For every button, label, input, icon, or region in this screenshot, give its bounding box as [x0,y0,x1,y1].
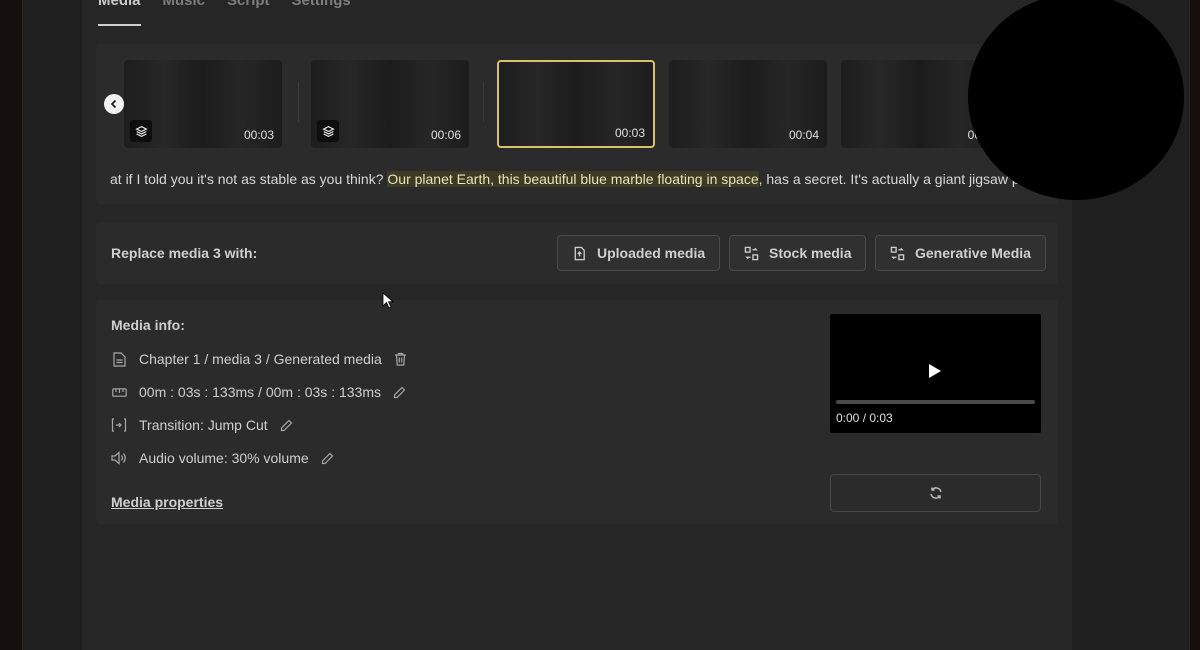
play-button[interactable] [928,363,942,384]
tab-settings[interactable]: Settings [292,0,351,26]
replace-media-section: Replace media 3 with: Uploaded media Sto… [96,222,1058,284]
audio-volume-row: Audio volume: 30% volume [111,450,334,466]
play-icon [929,364,941,378]
chevron-left-icon [110,99,117,109]
media-thumbnail-3[interactable]: 00:03 [497,60,655,148]
script-text-before: at if I told you it's not as stable as y… [110,171,388,187]
swap-media-icon [890,246,905,260]
tab-bar: Media Music Script Settings [98,0,351,26]
uploaded-media-button[interactable]: Uploaded media [557,235,721,271]
media-properties-link[interactable]: Media properties [111,494,223,510]
video-time: 0:00 / 0:03 [836,411,893,425]
generative-media-label: Generative Media [915,245,1031,261]
transition-text: Transition: Jump Cut [139,417,268,433]
audio-volume-text: Audio volume: 30% volume [139,450,309,466]
tab-media[interactable]: Media [98,0,141,26]
edit-transition-button[interactable] [280,419,293,432]
thumbnail-separator [483,82,484,122]
script-text-after: , has a secret. It's actually a giant ji… [758,171,1020,187]
upload-file-icon [574,246,585,260]
media-thumbnail-2[interactable]: 00:06 [311,60,469,148]
media-strip: 00:03 00:06 00:03 00:04 00:0 at if I tol… [96,44,1058,204]
ruler-icon [111,384,127,400]
transition-icon [111,417,127,433]
media-thumbnail-1[interactable]: 00:03 [124,60,282,148]
thumbnail-duration: 00:03 [614,126,645,140]
pencil-icon [321,452,334,464]
media-timing: 00m : 03s : 133ms / 00m : 03s : 133ms [139,384,381,400]
media-path-row: Chapter 1 / media 3 / Generated media [111,351,407,367]
pencil-icon [393,386,406,398]
refresh-icon [929,487,942,499]
media-path: Chapter 1 / media 3 / Generated media [139,351,382,367]
stock-media-button[interactable]: Stock media [729,235,867,271]
script-text: at if I told you it's not as stable as y… [110,171,1020,187]
mouse-cursor-icon [382,292,394,309]
script-highlight: Our planet Earth, this beautiful blue ma… [387,171,759,187]
media-info-section: Media info: Chapter 1 / media 3 / Genera… [96,300,1058,524]
media-info-title: Media info: [111,317,185,333]
scroll-left-button[interactable] [104,94,124,114]
document-icon [111,351,127,367]
stock-media-label: Stock media [769,245,852,261]
thumbnail-duration: 00:04 [788,128,819,142]
media-timing-row: 00m : 03s : 133ms / 00m : 03s : 133ms [111,384,406,400]
generative-media-button[interactable]: Generative Media [875,235,1046,271]
thumbnail-duration: 00:03 [243,128,274,142]
thumbnail-separator [298,82,299,122]
uploaded-media-label: Uploaded media [597,245,706,261]
media-thumbnail-4[interactable]: 00:04 [669,60,827,148]
edit-timing-button[interactable] [393,386,406,399]
video-preview-player[interactable]: 0:00 / 0:03 [830,314,1041,433]
speaker-icon [111,450,127,466]
trash-icon [394,352,406,366]
replace-media-label: Replace media 3 with: [111,245,258,261]
regenerate-button[interactable] [830,474,1041,512]
edit-audio-button[interactable] [321,452,334,465]
layers-icon [130,120,152,142]
thumbnail-duration: 00:06 [430,128,461,142]
tab-music[interactable]: Music [163,0,206,26]
swap-media-icon [744,246,759,260]
pencil-icon [280,419,292,431]
transition-row: Transition: Jump Cut [111,417,293,433]
tab-script[interactable]: Script [227,0,270,26]
delete-media-button[interactable] [394,352,407,366]
webcam-overlay [968,0,1184,200]
video-progress-bar[interactable] [836,400,1035,404]
layers-icon [317,120,339,142]
